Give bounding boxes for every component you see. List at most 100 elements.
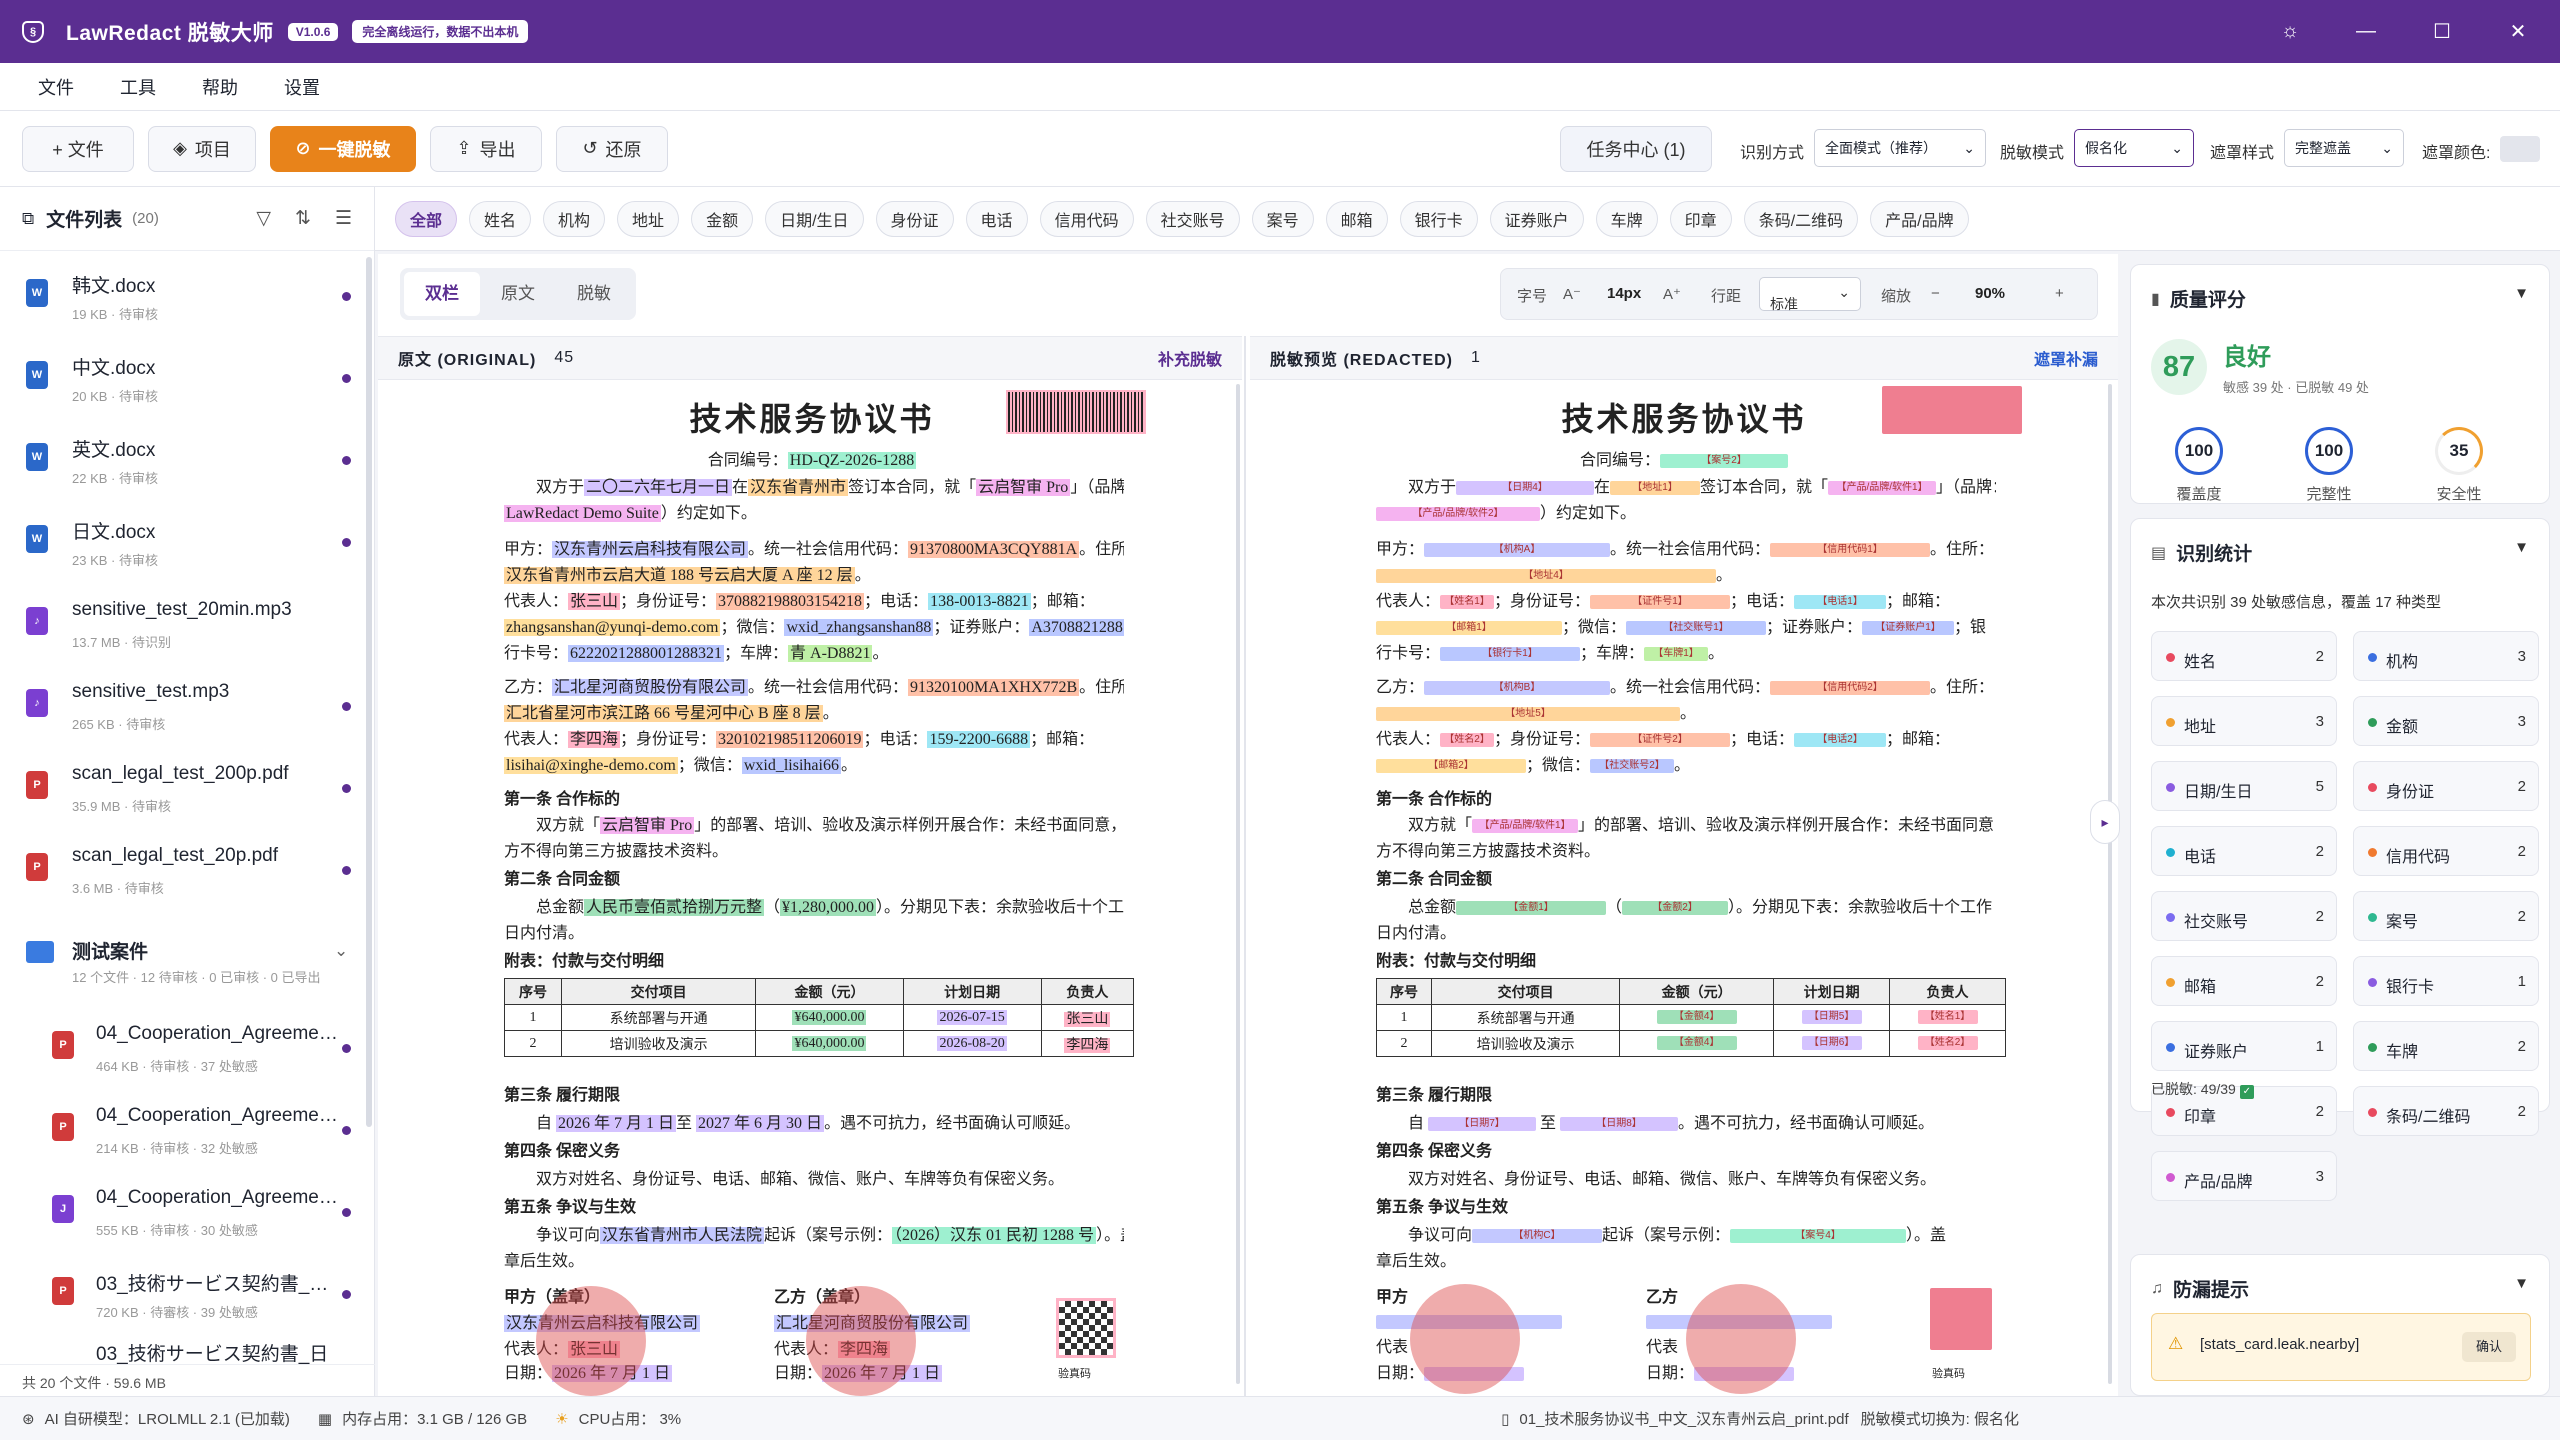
font-increase-button[interactable]: A⁺ xyxy=(1663,285,1681,303)
tab-original[interactable]: 原文 xyxy=(480,272,556,316)
add-file-button[interactable]: + 文件 xyxy=(22,125,134,172)
file-item[interactable]: 03_技術サービス契約書_日 xyxy=(0,1335,370,1365)
filter-chip[interactable]: 信用代码 xyxy=(1039,200,1134,237)
one-click-redact-button[interactable]: ⊘ 一键脱敏 xyxy=(270,125,416,172)
file-item[interactable]: P04_Cooperation_Agreement_EN_print.pdf21… xyxy=(0,1089,370,1171)
doc-line: 甲方： 【机构A】 。统一社会信用代码： 【信用代码1】 。住所： xyxy=(1376,541,1995,558)
word-file-icon: W xyxy=(26,279,48,307)
collapse-icon[interactable]: ▼ xyxy=(2514,1275,2529,1292)
zoom-out-button[interactable]: − xyxy=(1931,285,1940,302)
filter-chip[interactable]: 身份证 xyxy=(875,200,954,237)
project-button[interactable]: ◈ 项目 xyxy=(148,125,256,172)
doc-line: 总金额 【金额1】（【金额2】 ）。分期见下表：余款验收后十个工作 xyxy=(1408,899,1993,916)
zoom-in-button[interactable]: + xyxy=(2055,285,2064,302)
stat-item[interactable]: 产品/品牌 3 xyxy=(2151,1151,2337,1201)
file-item[interactable]: Pscan_legal_test_200p.pdf 35.9 MB · 待审核 xyxy=(0,747,370,829)
filter-chip[interactable]: 地址 xyxy=(617,200,680,237)
close-icon[interactable]: ✕ xyxy=(2498,19,2538,44)
doc-heading: 附表：付款与交付明细 xyxy=(504,953,665,970)
stat-item[interactable]: 信用代码 2 xyxy=(2353,826,2539,876)
file-item[interactable]: P03_技術サービス契約書_日本語.pdf720 KB · 待審核 · 39 处… xyxy=(0,1253,370,1335)
stat-item[interactable]: 证券账户 1 xyxy=(2151,1021,2337,1071)
mask-color-swatch[interactable] xyxy=(2500,136,2540,162)
stat-item[interactable]: 姓名 2 xyxy=(2151,631,2337,681)
mask-style-select[interactable]: 完整遮盖 ⌄ xyxy=(2284,129,2404,167)
folder-item[interactable]: 测试案件 12 个文件 · 12 待审核 · 0 已审核 · 0 已导出 ⌄ xyxy=(0,927,370,991)
status-dot xyxy=(342,702,351,711)
checklist-icon[interactable]: ☰ xyxy=(335,207,352,230)
filter-chip[interactable]: 全部 xyxy=(395,200,458,237)
supplement-redact-button[interactable]: 补充脱敏 xyxy=(1158,346,1222,370)
filter-icon[interactable]: ▽ xyxy=(256,207,271,230)
recog-mode-select[interactable]: 全面模式（推荐） ⌄ xyxy=(1814,129,1986,167)
sidebar-scrollbar[interactable] xyxy=(366,257,372,1127)
sort-icon[interactable]: ⇅ xyxy=(295,207,311,230)
mask-fix-button[interactable]: 遮罩补漏 xyxy=(2034,346,2098,370)
stat-item[interactable]: 日期/生日 5 xyxy=(2151,761,2337,811)
menu-settings[interactable]: 设置 xyxy=(284,74,320,100)
redacted-scrollbar[interactable] xyxy=(2108,384,2112,1384)
filter-chip[interactable]: 车牌 xyxy=(1595,200,1658,237)
original-scrollbar[interactable] xyxy=(1236,384,1240,1384)
file-item[interactable]: W 中文.docx 20 KB · 待审核 xyxy=(0,337,370,419)
filter-chip[interactable]: 金额 xyxy=(691,200,754,237)
version-badge: V1.0.6 xyxy=(287,22,339,41)
menu-help[interactable]: 帮助 xyxy=(202,74,238,100)
doc-heading: 第二条 合同金额 xyxy=(504,871,621,888)
doc-line: 代表人： 【姓名1】 ；身份证号： 【证件号1】 ；电话： 【电话1】 ；邮箱： xyxy=(1376,593,1951,610)
stat-item[interactable]: 社交账号 2 xyxy=(2151,891,2337,941)
stat-item[interactable]: 电话 2 xyxy=(2151,826,2337,876)
restore-button[interactable]: ↺ 还原 xyxy=(556,125,668,172)
file-item[interactable]: W 韩文.docx 19 KB · 待审核 xyxy=(0,255,370,337)
filter-chip[interactable]: 产品/品牌 xyxy=(1870,200,1969,237)
file-item[interactable]: J04_Cooperation_Agreement_EN.jpg555 KB ·… xyxy=(0,1171,370,1253)
filter-chip[interactable]: 机构 xyxy=(543,200,606,237)
filter-chip[interactable]: 日期/生日 xyxy=(765,200,864,237)
export-button[interactable]: ⇪ 导出 xyxy=(430,125,542,172)
filter-chip[interactable]: 姓名 xyxy=(469,200,532,237)
filter-chip[interactable]: 条码/二维码 xyxy=(1743,200,1859,237)
file-item[interactable]: ♪ sensitive_test_20min.mp3 13.7 MB · 待识别 xyxy=(0,583,370,665)
filter-chip[interactable]: 证券账户 xyxy=(1489,200,1584,237)
filter-chip[interactable]: 邮箱 xyxy=(1325,200,1388,237)
minimize-icon[interactable]: — xyxy=(2346,20,2386,43)
filter-chip[interactable]: 社交账号 xyxy=(1145,200,1240,237)
stat-item[interactable]: 邮箱 2 xyxy=(2151,956,2337,1006)
line-spacing-select[interactable]: 标准 ⌄ xyxy=(1759,277,1861,312)
file-item[interactable]: ♪ sensitive_test.mp3 265 KB · 待审核 xyxy=(0,665,370,747)
redact-mode-select[interactable]: 假名化 ⌄ xyxy=(2074,129,2194,167)
stat-item[interactable]: 车牌 2 xyxy=(2353,1021,2539,1071)
file-item[interactable]: W 英文.docx 22 KB · 待审核 xyxy=(0,419,370,501)
file-item[interactable]: P04_Cooperation_Agreement_EN.pdf464 KB ·… xyxy=(0,1007,370,1089)
filter-chip[interactable]: 电话 xyxy=(965,200,1028,237)
collapse-panel-toggle[interactable]: ▸ xyxy=(2090,800,2120,844)
menu-tools[interactable]: 工具 xyxy=(120,74,156,100)
collapse-icon[interactable]: ▼ xyxy=(2514,285,2529,302)
task-center-button[interactable]: 任务中心 (1) xyxy=(1560,126,1712,172)
collapse-icon[interactable]: ▼ xyxy=(2514,539,2529,556)
confirm-button[interactable]: 确认 xyxy=(2462,1332,2516,1362)
stat-item[interactable]: 条码/二维码 2 xyxy=(2353,1086,2539,1136)
file-item[interactable]: W 日文.docx 23 KB · 待审核 xyxy=(0,501,370,583)
chevron-down-icon[interactable]: ⌄ xyxy=(334,941,348,961)
theme-toggle-icon[interactable]: ☼ xyxy=(2270,20,2310,43)
file-item[interactable]: Pscan_legal_test_20p.pdf 3.6 MB · 待审核 xyxy=(0,829,370,911)
filter-chip[interactable]: 银行卡 xyxy=(1399,200,1478,237)
stat-item[interactable]: 身份证 2 xyxy=(2353,761,2539,811)
stat-item[interactable]: 地址 3 xyxy=(2151,696,2337,746)
view-controls: 字号 A⁻ 14px A⁺ 行距 标准 ⌄ 缩放 − 90% + xyxy=(1500,268,2098,320)
tab-dual[interactable]: 双栏 xyxy=(404,272,480,316)
font-decrease-button[interactable]: A⁻ xyxy=(1563,285,1581,303)
maximize-icon[interactable]: ☐ xyxy=(2422,19,2462,44)
doc-heading: 第二条 合同金额 xyxy=(1376,871,1493,888)
stat-item[interactable]: 案号 2 xyxy=(2353,891,2539,941)
coverage-ring: 100 xyxy=(2175,427,2223,475)
menu-file[interactable]: 文件 xyxy=(38,74,74,100)
stat-item[interactable]: 机构 3 xyxy=(2353,631,2539,681)
filter-chip[interactable]: 案号 xyxy=(1251,200,1314,237)
pane-divider[interactable] xyxy=(1244,336,1246,1396)
tab-redacted[interactable]: 脱敏 xyxy=(556,272,632,316)
stat-item[interactable]: 银行卡 1 xyxy=(2353,956,2539,1006)
filter-chip[interactable]: 印章 xyxy=(1669,200,1732,237)
stat-item[interactable]: 金额 3 xyxy=(2353,696,2539,746)
